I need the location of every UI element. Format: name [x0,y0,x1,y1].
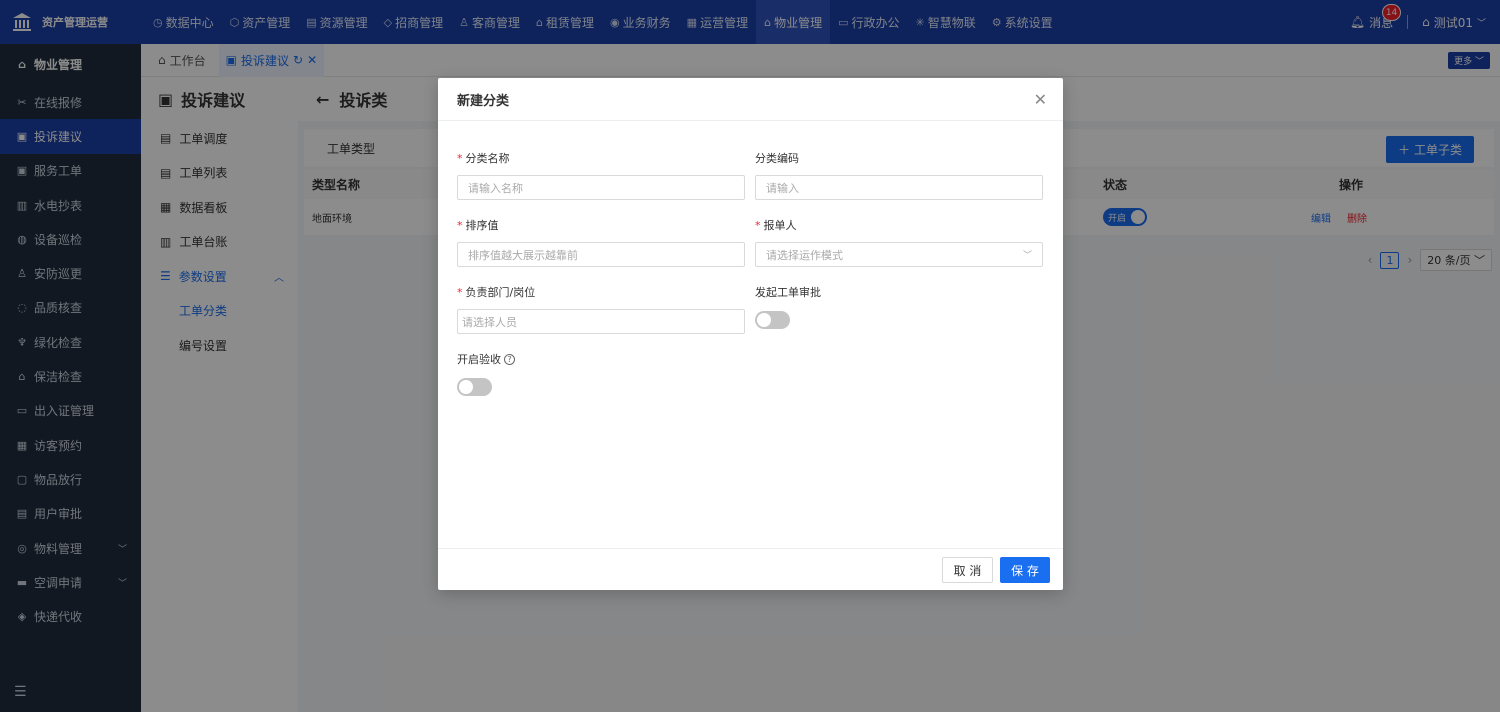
field-reporter: * 报单人 请选择运作模式 ﹀ [755,217,1043,267]
field-label: 分类编码 [755,150,1043,166]
acceptance-toggle[interactable] [457,378,492,396]
required-mark: * [457,151,463,165]
field-code: 分类编码 请输入 [755,150,1043,200]
placeholder: 请选择运作模式 [766,248,843,262]
field-label: 发起工单审批 [755,284,821,300]
dialog-title: 新建分类 [457,93,510,109]
chevron-down-icon: ﹀ [1022,251,1032,261]
dialog-footer: 取 消 保 存 [438,548,1063,590]
field-label-text: 发起工单审批 [755,286,821,299]
field-dept: * 负责部门/岗位 请选择人员 [457,284,745,334]
field-label-text: 分类编码 [755,152,799,165]
field-label-text: 分类名称 [465,152,510,165]
field-label-text: 报单人 [763,219,797,232]
name-input[interactable]: 请输入名称 [457,175,745,200]
placeholder: 请输入 [766,181,799,195]
field-label: 开启验收? [457,351,515,367]
required-mark: * [457,218,463,232]
save-button[interactable]: 保 存 [1000,557,1050,583]
field-label-text: 排序值 [465,219,499,232]
field-approval: 发起工单审批 [755,284,821,329]
field-sort: * 排序值 排序值越大展示越靠前 [457,217,745,267]
code-input[interactable]: 请输入 [755,175,1043,200]
toggle-knob [459,380,473,394]
placeholder: 请输入名称 [468,181,523,195]
field-label-text: 开启验收 [457,353,501,366]
field-label: * 负责部门/岗位 [457,284,745,300]
dept-select[interactable]: 请选择人员 [457,309,745,334]
dialog-header: 新建分类 [438,78,1063,121]
required-mark: * [755,218,761,232]
cancel-button[interactable]: 取 消 [942,557,993,583]
required-mark: * [457,285,463,299]
close-icon[interactable]: ✕ [1034,90,1047,109]
new-category-dialog: 新建分类 ✕ * 分类名称 请输入名称 分类编码 请输入 * 排序值 排序值越大展示… [438,78,1063,590]
field-label-text: 负责部门/岗位 [465,286,536,299]
field-label: * 分类名称 [457,150,745,166]
placeholder: 排序值越大展示越靠前 [468,248,578,262]
field-label: * 报单人 [755,217,1043,233]
field-name: * 分类名称 请输入名称 [457,150,745,200]
toggle-knob [757,313,771,327]
placeholder: 请选择人员 [462,315,517,329]
reporter-select[interactable]: 请选择运作模式 ﹀ [755,242,1043,267]
approval-toggle[interactable] [755,311,790,329]
field-label: * 排序值 [457,217,745,233]
sort-input[interactable]: 排序值越大展示越靠前 [457,242,745,267]
field-acceptance: 开启验收? [457,351,515,396]
help-icon[interactable]: ? [504,353,515,365]
